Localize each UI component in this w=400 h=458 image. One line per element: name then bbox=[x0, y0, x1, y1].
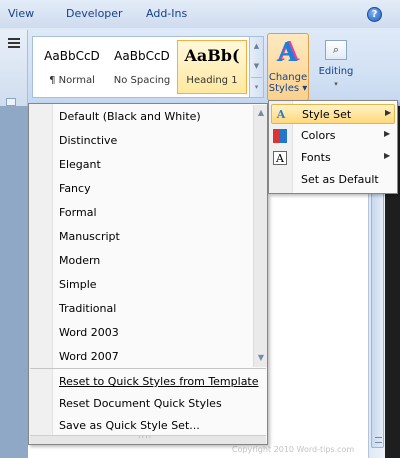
style-set-item[interactable]: Elegant bbox=[59, 158, 101, 171]
chevron-right-icon: ▶ bbox=[385, 108, 392, 117]
submenu-item-fonts[interactable]: A Fonts ▶ bbox=[271, 148, 395, 168]
colors-icon bbox=[273, 129, 287, 143]
ribbon-tab-bar: View Developer Add-Ins ? bbox=[0, 0, 400, 28]
quick-style-no-spacing[interactable]: AaBbCcD No Spacing bbox=[107, 40, 177, 94]
help-icon[interactable]: ? bbox=[367, 7, 382, 22]
chevron-right-icon: ▶ bbox=[384, 151, 391, 160]
gallery-scroll-down-icon[interactable]: ▼ bbox=[251, 57, 262, 75]
binoculars-icon: ⌕ bbox=[325, 40, 347, 60]
quick-style-label: No Spacing bbox=[113, 75, 171, 86]
submenu-item-label: Colors bbox=[301, 129, 336, 142]
style-set-icon: A bbox=[276, 108, 286, 121]
style-set-item[interactable]: Word 2003 bbox=[59, 326, 119, 339]
style-set-item[interactable]: Modern bbox=[59, 254, 100, 267]
change-styles-button[interactable]: A Change Styles ▾ bbox=[267, 33, 309, 101]
paragraph-dialog-launcher-icon[interactable] bbox=[6, 98, 16, 106]
menu-scrollbar[interactable]: ▲ ▼ bbox=[253, 105, 267, 367]
submenu-item-set-as-default[interactable]: Set as Default bbox=[271, 170, 395, 190]
watermark: Copyright 2010 Word-tips.com bbox=[232, 445, 355, 454]
quick-style-label: ¶ Normal bbox=[49, 75, 95, 86]
fonts-icon: A bbox=[273, 151, 287, 165]
quick-style-preview: AaBb( bbox=[184, 46, 240, 65]
gallery-more-icon[interactable]: ▾ bbox=[251, 77, 262, 95]
menu-resize-handle[interactable]: ···· bbox=[30, 433, 266, 444]
save-quick-style-set-item[interactable]: Save as Quick Style Set... bbox=[59, 419, 200, 432]
submenu-item-colors[interactable]: Colors ▶ bbox=[271, 126, 395, 146]
gallery-scroller: ▲ ▼ ▾ bbox=[250, 36, 264, 98]
quick-styles-gallery: AaBbCcD ¶ Normal AaBbCcD No Spacing AaBb… bbox=[32, 36, 250, 98]
editing-label: Editing bbox=[318, 66, 354, 77]
quick-style-preview: AaBbCcD bbox=[114, 49, 170, 63]
submenu-item-style-set[interactable]: A Style Set ▶ bbox=[271, 104, 395, 124]
quick-style-normal[interactable]: AaBbCcD ¶ Normal bbox=[37, 40, 107, 94]
chevron-right-icon: ▶ bbox=[384, 129, 391, 138]
change-styles-label: Change Styles ▾ bbox=[268, 72, 308, 94]
tab-add-ins[interactable]: Add-Ins bbox=[146, 7, 187, 20]
reset-to-template-item[interactable]: Reset to Quick Styles from Template bbox=[59, 375, 259, 388]
justify-icon[interactable] bbox=[8, 38, 20, 48]
chevron-down-icon: ▾ bbox=[334, 80, 338, 88]
quick-style-heading-1[interactable]: AaBb( Heading 1 bbox=[177, 40, 247, 94]
style-set-item[interactable]: Simple bbox=[59, 278, 97, 291]
quick-style-label: Heading 1 bbox=[186, 75, 238, 86]
menu-separator bbox=[30, 368, 266, 369]
reset-document-styles-item[interactable]: Reset Document Quick Styles bbox=[59, 397, 222, 410]
change-styles-menu: A Style Set ▶ Colors ▶ A Fonts ▶ Set as … bbox=[268, 100, 398, 194]
resize-grip-icon: ···· bbox=[138, 433, 153, 442]
style-set-item[interactable]: Default (Black and White) bbox=[59, 110, 201, 123]
style-set-menu: Default (Black and White) Distinctive El… bbox=[28, 103, 268, 445]
tab-developer[interactable]: Developer bbox=[66, 7, 123, 20]
menu-gutter bbox=[29, 104, 53, 444]
tab-view[interactable]: View bbox=[8, 7, 34, 20]
grip-icon bbox=[375, 437, 382, 443]
style-set-item[interactable]: Fancy bbox=[59, 182, 91, 195]
quick-style-preview: AaBbCcD bbox=[44, 49, 100, 63]
submenu-item-label: Fonts bbox=[301, 151, 331, 164]
scroll-down-icon[interactable]: ▼ bbox=[256, 353, 266, 363]
style-set-item[interactable]: Distinctive bbox=[59, 134, 117, 147]
scroll-up-icon[interactable]: ▲ bbox=[256, 108, 266, 118]
style-set-item[interactable]: Manuscript bbox=[59, 230, 120, 243]
submenu-item-label: Style Set bbox=[302, 108, 352, 121]
style-set-item[interactable]: Formal bbox=[59, 206, 97, 219]
change-styles-icon: A bbox=[277, 38, 298, 68]
gallery-scroll-up-icon[interactable]: ▲ bbox=[251, 37, 262, 55]
submenu-item-label: Set as Default bbox=[301, 173, 379, 186]
style-set-item[interactable]: Traditional bbox=[59, 302, 116, 315]
style-set-item[interactable]: Word 2007 bbox=[59, 350, 119, 363]
editing-button[interactable]: ⌕ Editing ▾ bbox=[313, 36, 359, 98]
